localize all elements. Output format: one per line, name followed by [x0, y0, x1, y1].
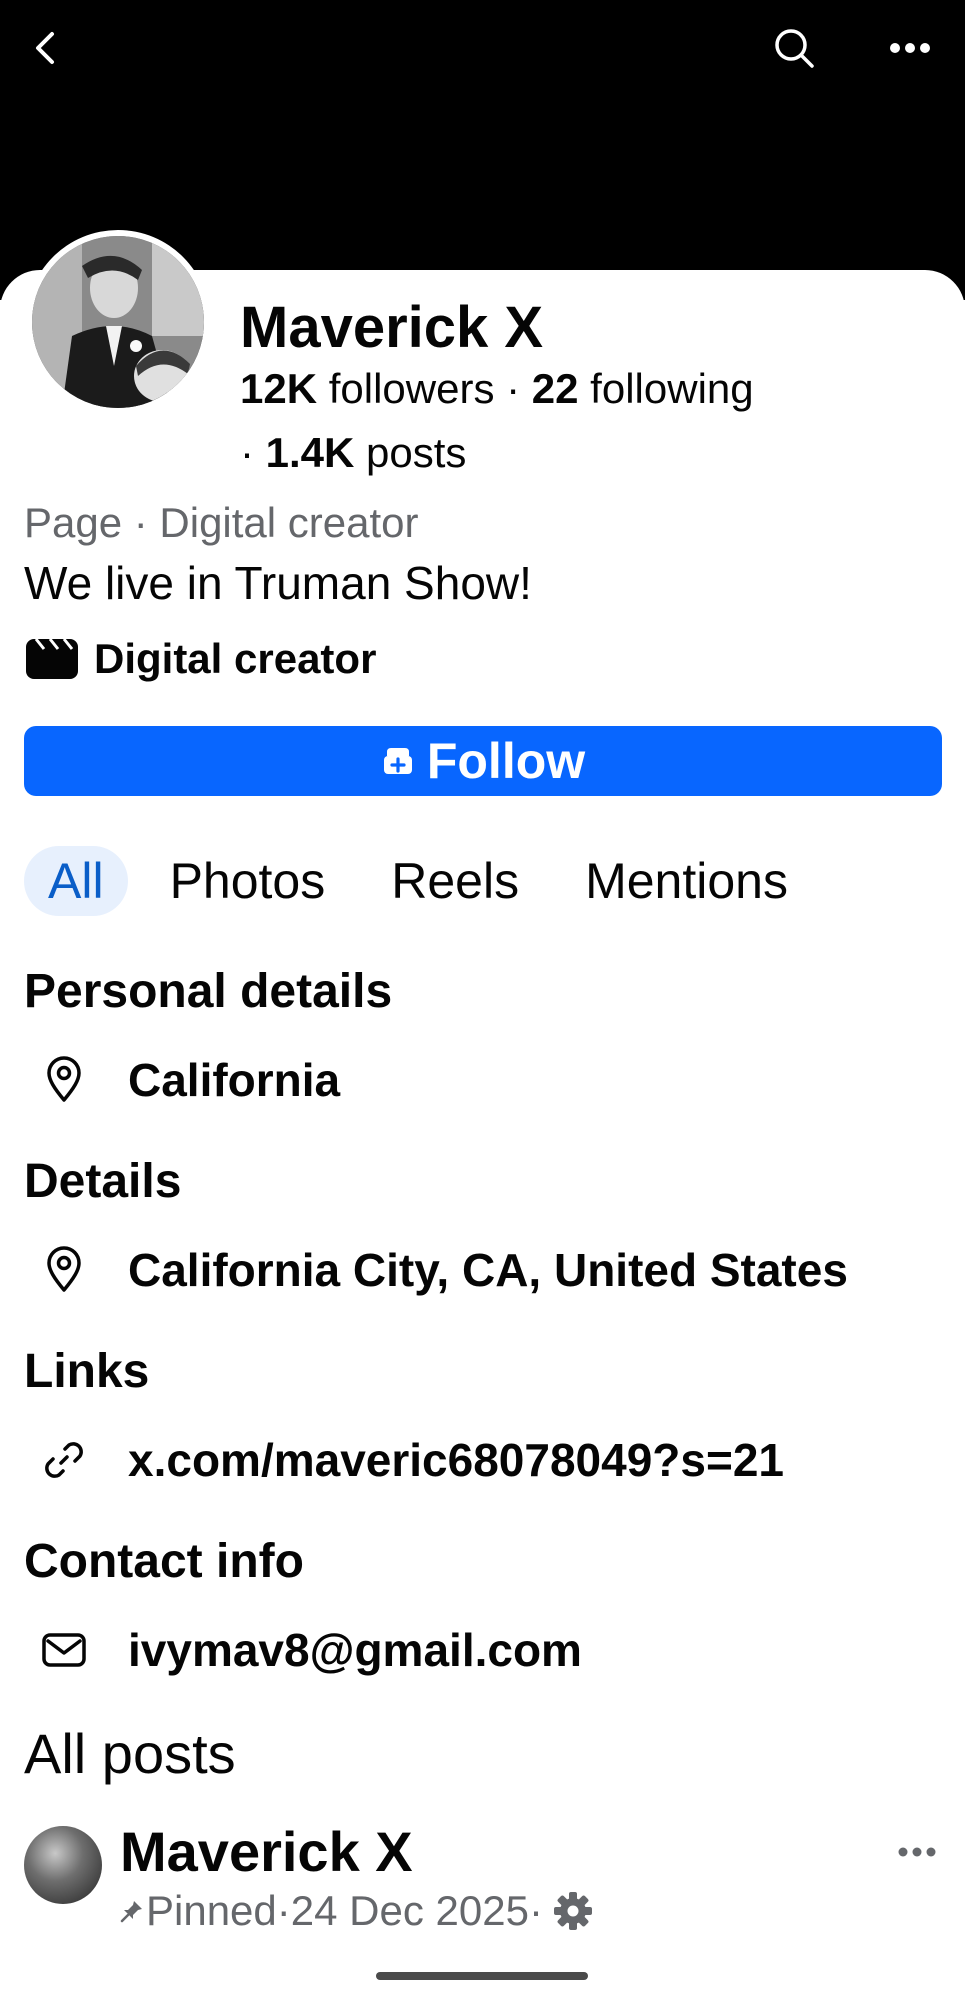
- followers-label: followers: [317, 365, 495, 412]
- stats-separator: ·: [494, 365, 532, 412]
- back-button[interactable]: [18, 20, 74, 76]
- meta-separator: ·: [528, 1887, 543, 1934]
- follow-button[interactable]: Follow: [24, 726, 942, 796]
- tab-reels[interactable]: Reels: [367, 846, 543, 916]
- meta-separator: ·: [276, 1887, 291, 1934]
- posts-link[interactable]: 1.4K posts: [266, 429, 467, 476]
- profile-bio: We live in Truman Show!: [24, 557, 532, 609]
- follow-button-label: Follow: [426, 733, 586, 789]
- post-date[interactable]: 24 Dec 2025: [291, 1886, 529, 1936]
- stats-separator: ·: [240, 429, 266, 476]
- page-category-subtitle: Page · Digital creator: [24, 499, 419, 546]
- tab-mentions[interactable]: Mentions: [561, 846, 812, 916]
- following-link[interactable]: 22 following: [532, 365, 754, 412]
- more-options-button[interactable]: [882, 20, 938, 76]
- personal-location-row: California: [24, 1050, 340, 1110]
- mail-icon: [24, 1620, 104, 1680]
- tab-photos[interactable]: Photos: [146, 846, 350, 916]
- followers-count: 12K: [240, 365, 318, 412]
- post-meta: Pinned · 24 Dec 2025 ·: [120, 1886, 595, 1936]
- profile-tabs: All Photos Reels Mentions: [24, 846, 830, 916]
- tab-all[interactable]: All: [24, 846, 128, 916]
- link-row[interactable]: x.com/maveric68078049?s=21: [24, 1430, 784, 1490]
- more-horizontal-icon: [898, 1847, 936, 1857]
- clapperboard-icon: [26, 638, 78, 679]
- following-count: 22: [531, 365, 579, 412]
- links-title: Links: [24, 1345, 150, 1398]
- follow-page-icon: [383, 748, 412, 774]
- location-pin-icon: [24, 1050, 104, 1110]
- search-icon: [775, 29, 814, 68]
- more-horizontal-icon: [890, 43, 930, 53]
- link-icon: [24, 1430, 104, 1490]
- following-label: following: [578, 365, 754, 412]
- details-location-text: California City, CA, United States: [128, 1244, 848, 1296]
- category-label: Digital creator: [94, 635, 377, 682]
- profile-stats-line-1: 12K followers · 22 following: [240, 364, 754, 414]
- posts-label: posts: [354, 429, 467, 476]
- gear-icon: [553, 1892, 592, 1930]
- email-row[interactable]: ivymav8@gmail.com: [24, 1620, 582, 1680]
- post-more-button[interactable]: [892, 1832, 942, 1872]
- post-author-name[interactable]: Maverick X: [120, 1822, 413, 1882]
- profile-category: Digital creator: [24, 634, 376, 684]
- followers-link[interactable]: 12K followers: [240, 365, 494, 412]
- pinned-label: Pinned: [146, 1887, 277, 1934]
- avatar-image: [32, 236, 204, 408]
- personal-location-text: California: [128, 1054, 341, 1106]
- location-pin-icon: [24, 1240, 104, 1300]
- profile-stats-line-2: · 1.4K posts: [240, 428, 466, 478]
- pin-icon: [120, 1901, 142, 1923]
- email-text: ivymav8@gmail.com: [128, 1624, 582, 1676]
- profile-name: Maverick X: [240, 295, 544, 360]
- details-title: Details: [24, 1155, 182, 1208]
- chevron-left-icon: [36, 32, 54, 64]
- contact-info-title: Contact info: [24, 1535, 304, 1588]
- profile-avatar[interactable]: [26, 230, 210, 414]
- search-button[interactable]: [766, 20, 822, 76]
- all-posts-title: All posts: [24, 1722, 236, 1785]
- post-author-avatar[interactable]: [24, 1826, 102, 1904]
- personal-details-title: Personal details: [24, 965, 393, 1018]
- post-header: Maverick X Pinned · 24 Dec 2025 ·: [24, 1822, 942, 1934]
- home-indicator[interactable]: [376, 1972, 588, 1980]
- link-url-text: x.com/maveric68078049?s=21: [128, 1434, 785, 1486]
- details-location-row: California City, CA, United States: [24, 1240, 848, 1300]
- posts-count: 1.4K: [265, 429, 355, 476]
